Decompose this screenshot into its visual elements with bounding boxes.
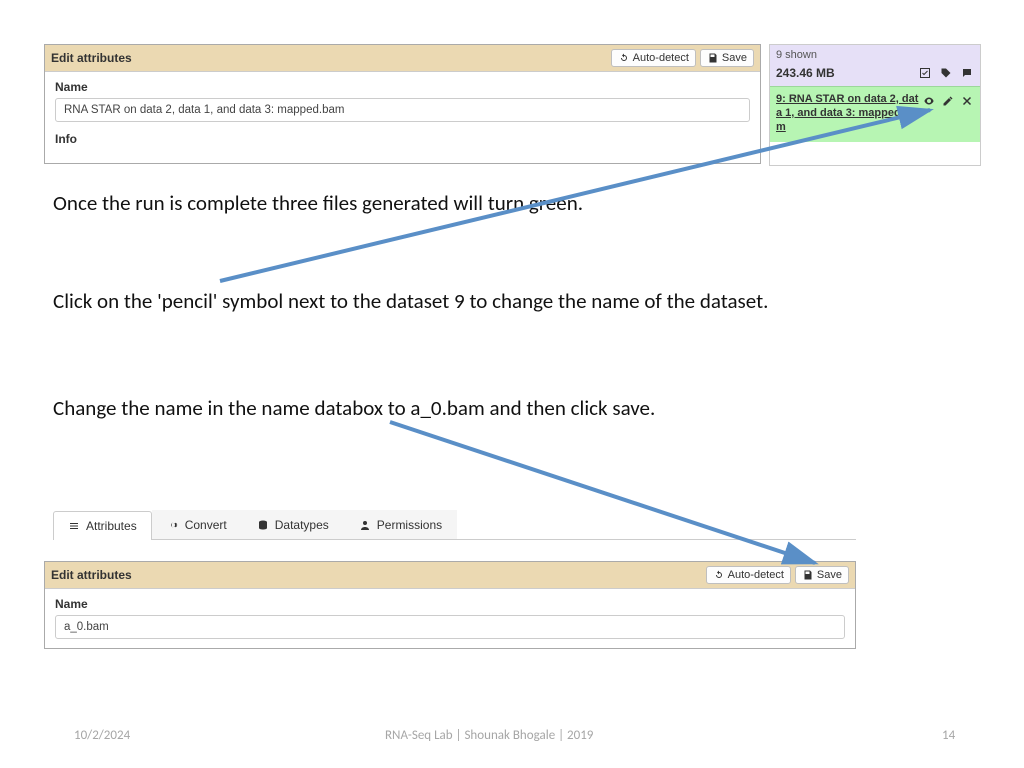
database-icon [257, 519, 269, 531]
instruction-2: Click on the 'pencil' symbol next to the… [53, 288, 768, 314]
eye-icon[interactable] [921, 93, 936, 108]
list-icon [68, 520, 80, 532]
footer-date: 10/2/2024 [74, 728, 130, 743]
instruction-3: Change the name in the name databox to a… [53, 395, 655, 421]
auto-detect-label: Auto-detect [728, 569, 784, 581]
auto-detect-label: Auto-detect [633, 52, 689, 64]
history-size: 243.46 MB [776, 66, 835, 80]
save-button[interactable]: Save [795, 566, 849, 584]
save-icon [707, 52, 719, 64]
tab-convert[interactable]: Convert [152, 510, 242, 539]
panel-header: Edit attributes Auto-detect Save [45, 562, 855, 589]
refresh-icon [618, 52, 630, 64]
annotate-icon[interactable] [959, 65, 974, 80]
auto-detect-button[interactable]: Auto-detect [706, 566, 791, 584]
history-item-label: 9: RNA STAR on data 2, data 1, and data … [776, 93, 921, 134]
info-label: Info [55, 132, 750, 146]
name-input[interactable] [55, 615, 845, 639]
save-icon [802, 569, 814, 581]
tab-convert-label: Convert [185, 518, 227, 532]
name-label: Name [55, 80, 750, 94]
auto-detect-button[interactable]: Auto-detect [611, 49, 696, 67]
edit-attributes-panel-2: Edit attributes Auto-detect Save Name [44, 561, 856, 649]
arrow-to-save [390, 422, 815, 563]
tab-datatypes[interactable]: Datatypes [242, 510, 344, 539]
footer-title: RNA-Seq Lab | Shounak Bhogale | 2019 [385, 728, 593, 743]
history-panel: 9 shown 243.46 MB 9: RNA STAR on data 2,… [769, 44, 981, 166]
edit-attributes-panel-1: Edit attributes Auto-detect Save Name In… [44, 44, 761, 164]
tab-datatypes-label: Datatypes [275, 518, 329, 532]
save-label: Save [722, 52, 747, 64]
name-label: Name [55, 597, 845, 611]
panel-title: Edit attributes [51, 568, 132, 582]
refresh-icon [713, 569, 725, 581]
history-shown-count: 9 shown [776, 49, 974, 61]
tab-attributes-label: Attributes [86, 519, 137, 533]
pencil-icon[interactable] [940, 93, 955, 108]
save-label: Save [817, 569, 842, 581]
panel-title: Edit attributes [51, 51, 132, 65]
instruction-1: Once the run is complete three files gen… [53, 190, 583, 216]
tab-permissions-label: Permissions [377, 518, 442, 532]
gear-icon [167, 519, 179, 531]
attribute-tabs: Attributes Convert Datatypes Permissions [53, 510, 856, 540]
footer-page: 14 [942, 728, 955, 743]
delete-icon[interactable] [959, 93, 974, 108]
tab-attributes[interactable]: Attributes [53, 511, 152, 540]
user-icon [359, 519, 371, 531]
tag-icon[interactable] [938, 65, 953, 80]
panel-header: Edit attributes Auto-detect Save [45, 45, 760, 72]
tab-permissions[interactable]: Permissions [344, 510, 457, 539]
history-item-9[interactable]: 9: RNA STAR on data 2, data 1, and data … [770, 86, 980, 142]
check-all-icon[interactable] [917, 65, 932, 80]
name-input[interactable] [55, 98, 750, 122]
save-button[interactable]: Save [700, 49, 754, 67]
